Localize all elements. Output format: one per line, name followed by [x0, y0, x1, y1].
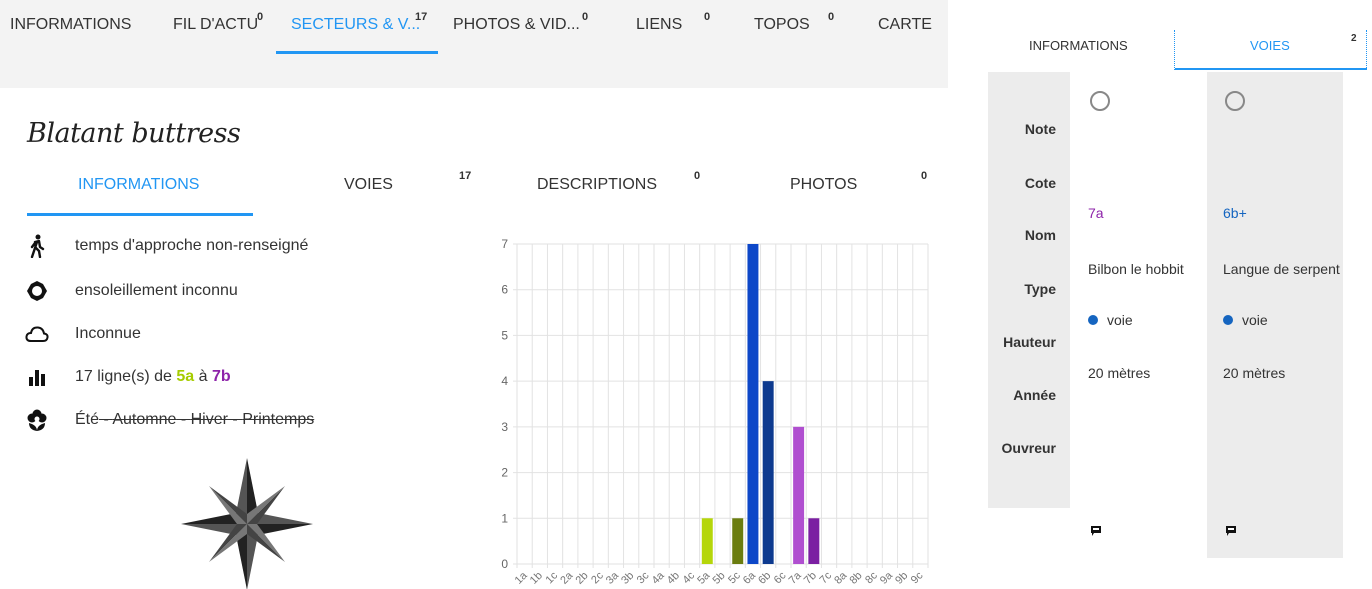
route-name[interactable]: Bilbon le hobbit — [1088, 261, 1184, 277]
top-nav: INFORMATIONS FIL D'ACTU 0 SECTEURS & V..… — [0, 0, 948, 88]
bar-7b — [808, 518, 820, 564]
active-subtab-indicator — [27, 213, 253, 216]
bar-chart-icon — [25, 365, 49, 389]
x-tick-label: 9b — [893, 570, 910, 587]
subtab-descriptions-count: 0 — [694, 170, 701, 182]
y-tick-label: 0 — [501, 557, 508, 571]
sun-icon — [25, 279, 49, 303]
subtab-descriptions[interactable]: DESCRIPTIONS — [537, 176, 657, 194]
y-tick-label: 6 — [501, 283, 508, 297]
flower-icon — [25, 408, 49, 432]
route-column: 7a Bilbon le hobbit voie 20 mètres — [1072, 72, 1208, 558]
bar-7a — [793, 426, 805, 564]
subtab-photos-count: 0 — [921, 170, 928, 182]
y-tick-label: 4 — [501, 374, 508, 388]
grades-bar-chart: 012345671a1b1c2a2b2c3a3b3c4a4b4c5a5b5c6a… — [501, 237, 929, 587]
x-tick-label: 5b — [710, 570, 727, 587]
subtab-informations[interactable]: INFORMATIONS — [78, 176, 199, 194]
tab-count: 0 — [582, 11, 589, 23]
bar-6b — [762, 381, 774, 564]
label-nom: Nom — [1024, 227, 1056, 243]
tab-count: 17 — [415, 11, 428, 23]
route-select-radio[interactable] — [1225, 91, 1245, 111]
y-tick-label: 2 — [501, 466, 508, 480]
cloud-icon — [25, 322, 49, 346]
route-column: 6b+ Langue de serpent voie 20 mètres — [1207, 72, 1343, 558]
y-tick-label: 7 — [501, 237, 508, 251]
route-type-dot — [1223, 315, 1233, 325]
tab-count: 0 — [257, 11, 264, 23]
y-tick-label: 3 — [501, 420, 508, 434]
x-tick-label: 2b — [573, 570, 590, 587]
x-tick-label: 1b — [528, 570, 545, 587]
label-type: Type — [1024, 281, 1056, 297]
subtab-voies[interactable]: VOIES — [344, 176, 393, 194]
panel-tab-divider — [1366, 30, 1367, 70]
panel-active-tab-indicator — [1175, 68, 1367, 70]
active-tab-indicator — [276, 51, 438, 54]
route-type-dot — [1088, 315, 1098, 325]
label-cote: Cote — [1024, 175, 1056, 191]
panel-tab-informations[interactable]: INFORMATIONS — [1029, 38, 1128, 53]
route-select-radio[interactable] — [1090, 91, 1110, 111]
tab-count: 0 — [828, 11, 835, 23]
label-note: Note — [1024, 121, 1056, 137]
x-tick-label: 7b — [802, 570, 819, 587]
comment-icon[interactable] — [1225, 524, 1237, 542]
route-type: voie — [1223, 312, 1268, 328]
x-tick-label: 8b — [847, 570, 864, 587]
panel-tab-voies[interactable]: VOIES — [1250, 38, 1290, 53]
season-row: Été - Automne - Hiver - Printemps — [25, 406, 314, 434]
label-ouvreur: Ouvreur — [1001, 440, 1056, 456]
approach-row: temps d'approche non-renseigné — [25, 232, 308, 260]
x-tick-label: 6b — [756, 570, 773, 587]
y-tick-label: 5 — [501, 328, 508, 342]
lines-row: 17 ligne(s) de 5a à 7b — [25, 363, 231, 391]
x-tick-label: 4b — [665, 570, 682, 587]
route-grade: 6b+ — [1223, 205, 1247, 221]
tab-count: 0 — [704, 11, 711, 23]
sun-row: ensoleillement inconnu — [25, 277, 238, 305]
label-hauteur: Hauteur — [1003, 334, 1056, 350]
x-tick-label: 9c — [909, 569, 926, 586]
route-attribute-labels: Note Cote Nom Type Hauteur Année Ouvreur — [988, 72, 1070, 508]
bar-5c — [732, 518, 744, 564]
panel-tab-voies-count: 2 — [1351, 33, 1357, 44]
route-type: voie — [1088, 312, 1133, 328]
x-tick-label: 3b — [619, 570, 636, 587]
weather-row: Inconnue — [25, 320, 141, 348]
bar-5a — [701, 518, 713, 564]
subtab-photos[interactable]: PHOTOS — [790, 176, 857, 194]
panel-tab-divider — [1174, 30, 1175, 70]
route-name[interactable]: Langue de serpent — [1223, 261, 1340, 277]
bar-6a — [747, 244, 759, 564]
route-height: 20 mètres — [1088, 365, 1151, 381]
walking-person-icon — [25, 234, 49, 258]
route-height: 20 mètres — [1223, 365, 1286, 381]
y-tick-label: 1 — [501, 511, 508, 525]
compass-rose-icon — [181, 458, 313, 589]
subtab-voies-count: 17 — [459, 170, 472, 182]
comment-icon[interactable] — [1090, 524, 1102, 542]
sector-title: Blatant buttress — [27, 118, 241, 149]
route-grade: 7a — [1088, 205, 1104, 221]
label-annee: Année — [1013, 387, 1056, 403]
